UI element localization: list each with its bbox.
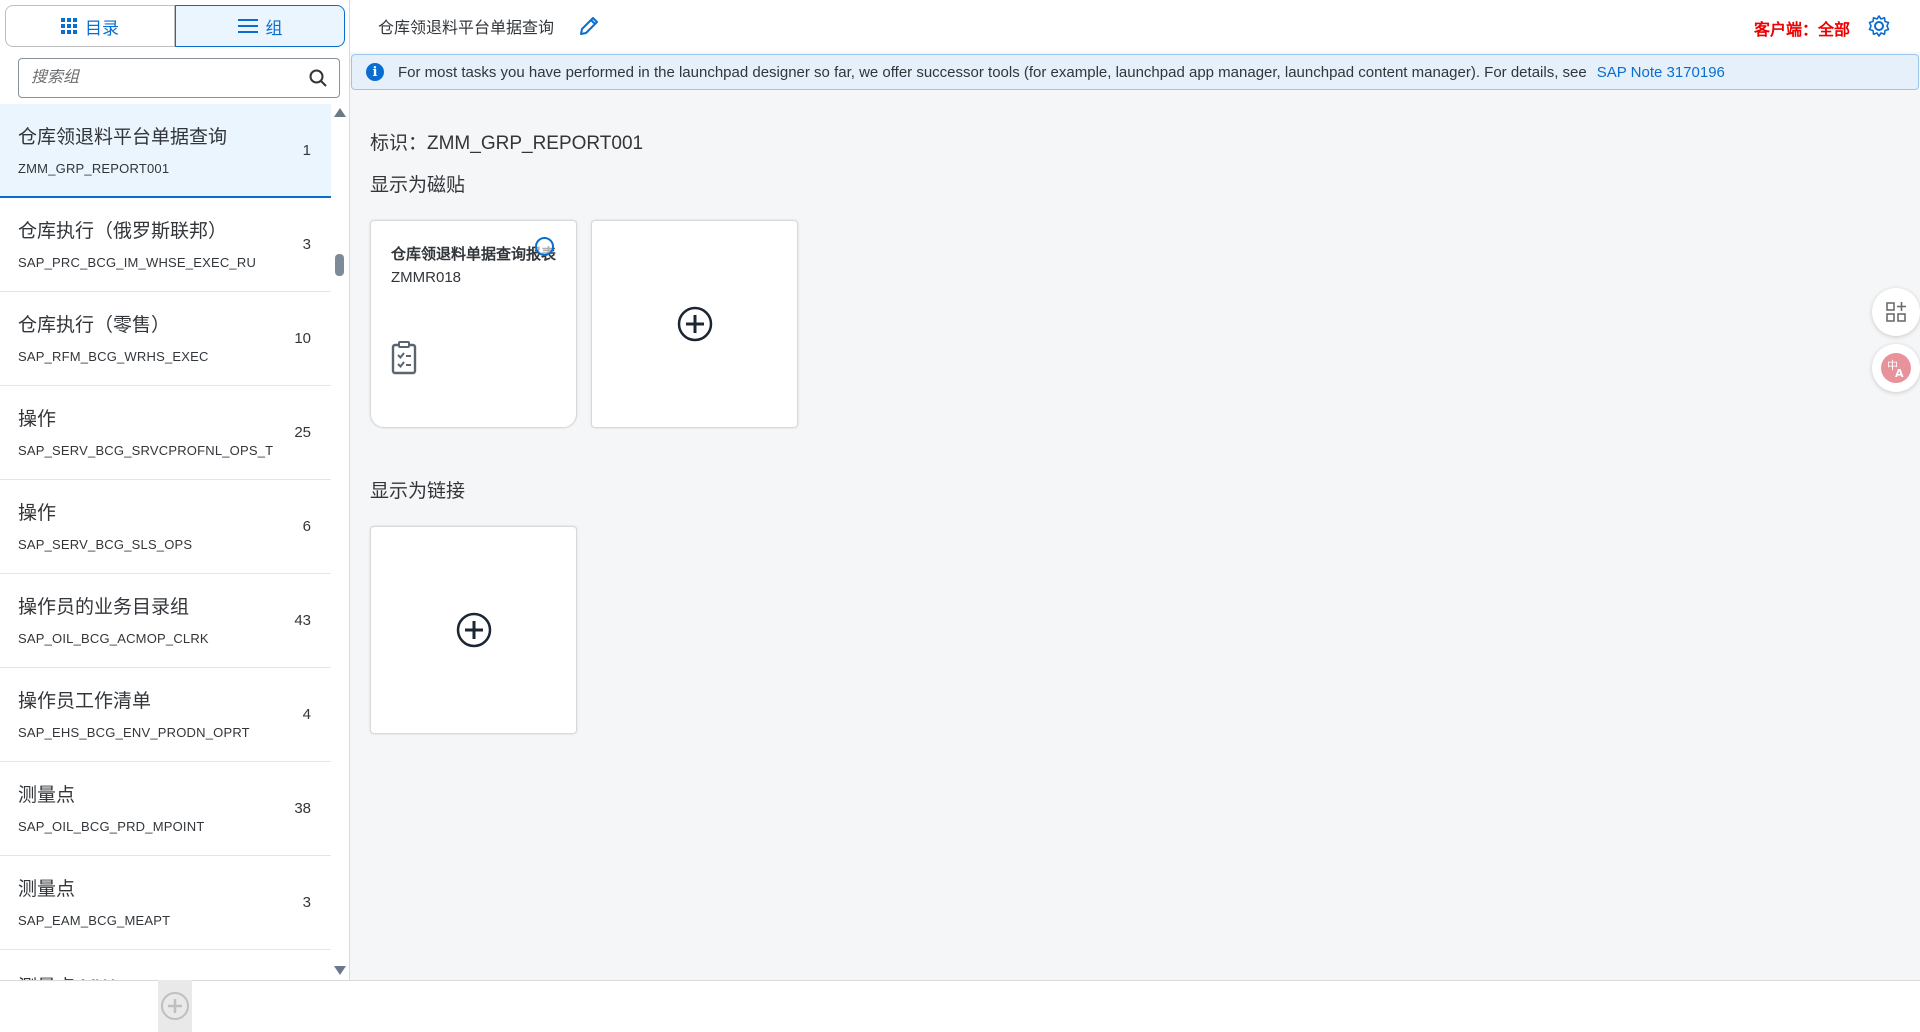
- info-icon: i: [366, 63, 384, 81]
- item-title: 测量点 MW: [18, 972, 313, 980]
- item-title: 仓库执行（零售）: [18, 315, 171, 336]
- item-id: SAP_OIL_BCG_PRD_MPOINT: [18, 819, 205, 834]
- item-title: 仓库执行（俄罗斯联邦）: [18, 221, 228, 242]
- sap-note-link[interactable]: SAP Note 3170196: [1597, 64, 1725, 81]
- group-detail: 仓库领退料平台单据查询 客户端：全部 i For most tasks you …: [350, 0, 1920, 1032]
- item-count: 1: [302, 142, 311, 159]
- list-icon: [237, 19, 258, 33]
- item-id: SAP_SERV_BCG_SRVCPROFNL_OPS_T: [18, 443, 274, 458]
- item-count: 38: [294, 800, 311, 817]
- search-icon[interactable]: [309, 69, 327, 87]
- group-list: 仓库领退料平台单据查询 ZMM_GRP_REPORT001 1 仓库执行（俄罗斯…: [0, 104, 331, 980]
- list-item[interactable]: 操作 SAP_SERV_BCG_SRVCPROFNL_OPS_T 25: [0, 386, 331, 480]
- item-title: 操作: [18, 503, 57, 524]
- group-id-label: 标识：ZMM_GRP_REPORT001: [370, 133, 644, 154]
- list-item[interactable]: 测量点 MW: [0, 950, 331, 980]
- groups-tab[interactable]: 组: [175, 5, 345, 47]
- add-icon: [677, 306, 712, 342]
- item-title: 测量点: [18, 879, 76, 900]
- scrollbar-thumb[interactable]: [335, 254, 344, 276]
- page-title: 仓库领退料平台单据查询: [378, 20, 555, 37]
- list-item[interactable]: 测量点 SAP_OIL_BCG_PRD_MPOINT 38: [0, 762, 331, 856]
- list-item[interactable]: 仓库执行（零售） SAP_RFM_BCG_WRHS_EXEC 10: [0, 292, 331, 386]
- add-group-button[interactable]: [158, 980, 192, 1032]
- app-tile[interactable]: 仓库领退料单据查询报表 ZMMR018: [370, 220, 577, 428]
- item-title: 仓库领退料平台单据查询: [18, 127, 228, 148]
- clipboard-report-icon: [391, 341, 417, 375]
- item-count: 3: [302, 236, 311, 253]
- item-id: SAP_SERV_BCG_SLS_OPS: [18, 537, 193, 552]
- add-icon: [456, 612, 491, 648]
- top-bar: 仓库领退料平台单据查询 客户端：全部: [350, 0, 1920, 52]
- tile-action-indicator[interactable]: [535, 237, 554, 256]
- item-title: 操作: [18, 409, 57, 430]
- groups-tab-label: 组: [265, 18, 283, 38]
- item-title: 测量点: [18, 785, 76, 806]
- translate-icon: 中A: [1881, 353, 1911, 383]
- edit-pencil-icon[interactable]: [578, 15, 600, 37]
- translate-fab[interactable]: 中A: [1872, 344, 1920, 392]
- info-message-text: For most tasks you have performed in the…: [398, 63, 1587, 81]
- scroll-up-arrow[interactable]: [334, 108, 346, 117]
- client-label: 客户端：全部: [1753, 22, 1850, 39]
- item-count: 43: [294, 612, 311, 629]
- group-search-field: [18, 58, 340, 98]
- item-count: 3: [302, 894, 311, 911]
- list-item[interactable]: 操作员工作清单 SAP_EHS_BCG_ENV_PRODN_OPRT 4: [0, 668, 331, 762]
- catalog-tab[interactable]: 目录: [5, 5, 175, 47]
- scroll-down-arrow[interactable]: [334, 966, 346, 975]
- grid-icon: [61, 18, 77, 34]
- footer-bar: [350, 980, 1920, 1032]
- item-id: SAP_EAM_BCG_MEAPT: [18, 913, 171, 928]
- info-message-strip: i For most tasks you have performed in t…: [351, 54, 1919, 90]
- search-input[interactable]: [31, 69, 309, 87]
- item-id: SAP_RFM_BCG_WRHS_EXEC: [18, 349, 209, 364]
- item-count: 4: [302, 706, 311, 723]
- item-count: 10: [294, 330, 311, 347]
- item-id: ZMM_GRP_REPORT001: [18, 161, 170, 176]
- list-item[interactable]: 仓库领退料平台单据查询 ZMM_GRP_REPORT001 1: [0, 104, 331, 198]
- add-tile-button[interactable]: [591, 220, 798, 428]
- add-link-button[interactable]: [370, 526, 577, 734]
- group-list-panel: 目录 组 仓库领退料平台单据查询 ZMM_GRP_REPORT001 1 仓库执…: [0, 0, 350, 1032]
- item-id: SAP_OIL_BCG_ACMOP_CLRK: [18, 631, 209, 646]
- list-item[interactable]: 仓库执行（俄罗斯联邦） SAP_PRC_BCG_IM_WHSE_EXEC_RU …: [0, 198, 331, 292]
- add-apps-icon: [1886, 302, 1906, 322]
- item-title: 操作员的业务目录组: [18, 597, 190, 618]
- item-id: SAP_PRC_BCG_IM_WHSE_EXEC_RU: [18, 255, 257, 270]
- list-item[interactable]: 操作员的业务目录组 SAP_OIL_BCG_ACMOP_CLRK 43: [0, 574, 331, 668]
- catalog-tab-label: 目录: [85, 18, 119, 38]
- item-title: 操作员工作清单: [18, 691, 152, 712]
- gear-icon[interactable]: [1868, 15, 1890, 37]
- svg-text:A: A: [1895, 367, 1904, 380]
- tile-subtitle: ZMMR018: [391, 269, 462, 286]
- view-switch: 目录 组: [5, 5, 345, 47]
- list-item[interactable]: 操作 SAP_SERV_BCG_SLS_OPS 6: [0, 480, 331, 574]
- item-count: 6: [302, 518, 311, 535]
- list-item[interactable]: 测量点 SAP_EAM_BCG_MEAPT 3: [0, 856, 331, 950]
- tiles-section-title: 显示为磁贴: [370, 175, 466, 196]
- item-count: 25: [294, 424, 311, 441]
- item-id: SAP_EHS_BCG_ENV_PRODN_OPRT: [18, 725, 250, 740]
- app-finder-fab[interactable]: [1872, 288, 1920, 336]
- links-section-title: 显示为链接: [370, 481, 466, 502]
- add-icon: [161, 992, 189, 1020]
